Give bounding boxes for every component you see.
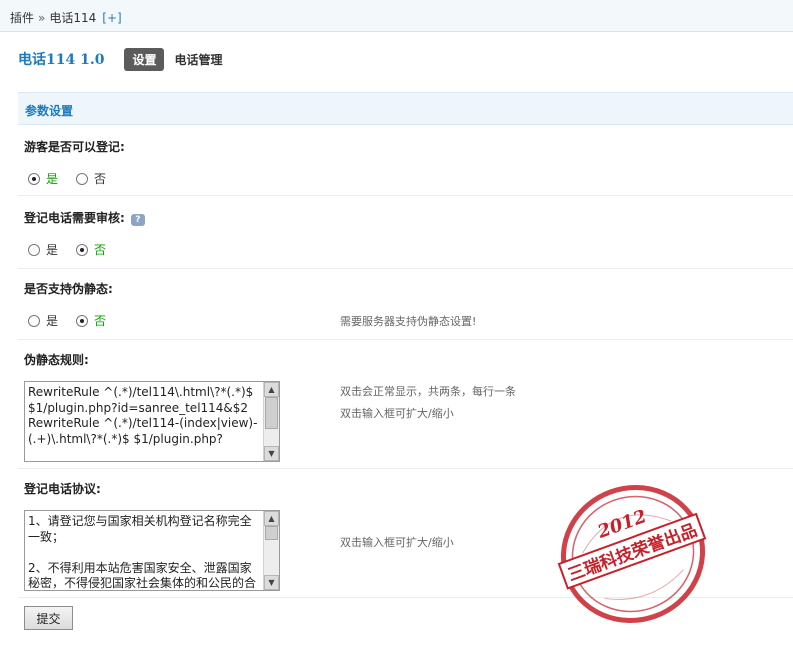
speech-bubble-help-icon[interactable]: ? <box>130 214 145 226</box>
rewrite-rules-textarea[interactable]: RewriteRule ^(.*)/tel114\.html\?*(.*)$ $… <box>24 381 280 462</box>
divider <box>18 268 793 269</box>
section-title: 参数设置 <box>25 104 74 118</box>
need-review-label: 登记电话需要审核:? <box>24 209 145 226</box>
add-link[interactable]: [+] <box>102 11 121 25</box>
scrollbar[interactable]: ▲ ▼ <box>263 511 279 590</box>
scroll-thumb[interactable] <box>265 526 278 540</box>
need-review-yes-radio[interactable] <box>28 243 40 256</box>
pseudo-static-label: 是否支持伪静态: <box>24 282 113 296</box>
rewrite-rules-hint-1: 双击会正常显示，共两条，每行一条 <box>340 385 516 398</box>
need-review-yes-label[interactable]: 是 <box>46 241 58 258</box>
breadcrumb: 插件 » 电话114 [+] <box>10 9 122 26</box>
pseudo-static-yes-radio[interactable] <box>28 314 40 327</box>
need-review-options: 是 否 <box>28 241 106 258</box>
divider <box>18 195 793 196</box>
guest-register-label: 游客是否可以登记: <box>24 140 125 154</box>
scroll-up-arrow-icon[interactable]: ▲ <box>264 382 279 397</box>
plugin-header: 电话114 1.0 设置 电话管理 <box>18 47 223 71</box>
pseudo-static-options: 是 否 <box>28 312 106 329</box>
need-review-no-label[interactable]: 否 <box>94 241 106 258</box>
rewrite-rules-hint-2: 双击输入框可扩大/缩小 <box>340 407 454 420</box>
tab-phone-management[interactable]: 电话管理 <box>174 51 222 68</box>
scrollbar[interactable]: ▲ ▼ <box>263 382 279 461</box>
agreement-label: 登记电话协议: <box>24 482 101 496</box>
pseudo-static-no-radio[interactable] <box>76 314 89 327</box>
plugin-title: 电话114 1.0 <box>18 52 105 68</box>
tab-settings[interactable]: 设置 <box>124 47 165 71</box>
submit-button[interactable]: 提交 <box>24 606 73 630</box>
pseudo-static-no-label[interactable]: 否 <box>94 312 106 329</box>
rewrite-rules-label: 伪静态规则: <box>24 353 89 367</box>
breadcrumb-root[interactable]: 插件 <box>10 11 34 25</box>
breadcrumb-separator: » <box>38 11 46 25</box>
need-review-no-radio[interactable] <box>76 243 89 256</box>
scroll-down-arrow-icon[interactable]: ▼ <box>264 446 279 461</box>
agreement-text[interactable]: 1、请登记您与国家相关机构登记名称完全一致； 2、不得利用本站危害国家安全、泄露… <box>28 514 261 590</box>
seal-stamp-icon: 2012 三瑞科技荣誉出品 <box>557 485 707 623</box>
guest-register-options: 是 否 <box>28 170 106 187</box>
section-header: 参数设置 <box>18 92 793 125</box>
guest-register-yes-radio[interactable] <box>28 172 40 185</box>
divider <box>18 468 793 469</box>
pseudo-static-hint: 需要服务器支持伪静态设置! <box>340 315 477 328</box>
scroll-up-arrow-icon[interactable]: ▲ <box>264 511 279 526</box>
guest-register-no-radio[interactable] <box>76 172 89 185</box>
breadcrumb-bar: 插件 » 电话114 [+] <box>0 0 793 32</box>
pseudo-static-yes-label[interactable]: 是 <box>46 312 58 329</box>
agreement-textarea[interactable]: 1、请登记您与国家相关机构登记名称完全一致； 2、不得利用本站危害国家安全、泄露… <box>24 510 280 591</box>
divider <box>18 339 793 340</box>
guest-register-yes-label[interactable]: 是 <box>46 170 58 187</box>
rewrite-rules-text[interactable]: RewriteRule ^(.*)/tel114\.html\?*(.*)$ $… <box>28 385 261 447</box>
scroll-thumb[interactable] <box>265 397 278 429</box>
agreement-hint: 双击输入框可扩大/缩小 <box>340 536 454 549</box>
scroll-down-arrow-icon[interactable]: ▼ <box>264 575 279 590</box>
need-review-label-text: 登记电话需要审核: <box>24 211 125 225</box>
guest-register-no-label[interactable]: 否 <box>94 170 106 187</box>
breadcrumb-current[interactable]: 电话114 <box>49 11 96 25</box>
